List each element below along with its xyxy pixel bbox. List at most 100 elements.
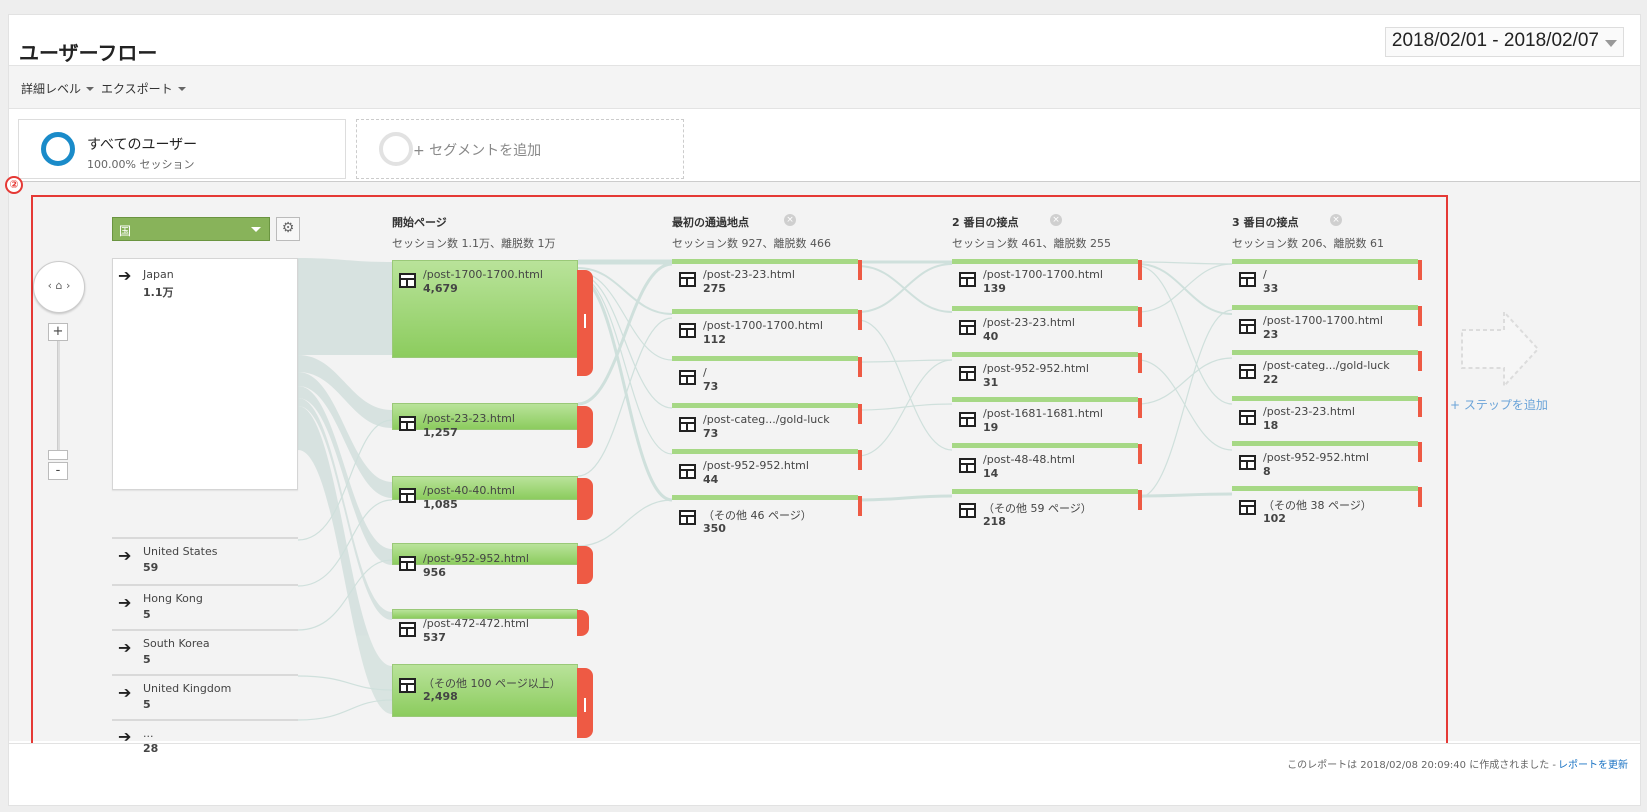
step3-label: /post-1700-1700.html [1263, 314, 1383, 327]
step1-label: /post-23-23.html [703, 268, 795, 281]
step3-label: / [1263, 268, 1267, 281]
start-page-value: 537 [423, 631, 446, 644]
zoom-in-button[interactable]: + [48, 323, 68, 341]
dropoff-bar [1138, 353, 1142, 373]
close-icon[interactable]: × [784, 214, 796, 226]
country-node[interactable] [112, 584, 298, 626]
zoom-out-button[interactable]: - [48, 462, 68, 480]
step2-value: 139 [983, 282, 1006, 295]
date-range-picker[interactable]: 2018/02/01 - 2018/02/07 [1384, 27, 1624, 57]
dropoff-bar [858, 496, 862, 516]
page-icon [959, 320, 976, 335]
country-node[interactable] [112, 674, 298, 716]
country-node[interactable] [112, 537, 298, 579]
start-page-label: /post-952-952.html [423, 552, 529, 565]
add-segment-label: + セグメントを追加 [413, 143, 542, 159]
dimension-select[interactable]: 国 [112, 217, 270, 241]
dropoff-bar [1138, 307, 1142, 327]
step3-node[interactable] [1232, 259, 1418, 299]
country-node[interactable] [112, 719, 298, 753]
date-range-text: 2018/02/01 - 2018/02/07 [1391, 30, 1599, 51]
home-icon[interactable]: ‹ ⌂ › [33, 261, 85, 313]
dropoff-bar [858, 450, 862, 470]
add-step-arrow-icon[interactable] [1460, 310, 1540, 388]
add-step-link[interactable]: + ステップを追加 [1450, 396, 1548, 413]
close-icon[interactable]: × [1330, 214, 1342, 226]
country-node-japan[interactable] [112, 258, 298, 490]
dropoff-bar[interactable] [577, 270, 593, 376]
step2-value: 218 [983, 515, 1006, 528]
country-name: South Korea [143, 637, 210, 650]
zoom-slider-handle[interactable] [48, 450, 68, 460]
dropoff-bar [858, 357, 862, 377]
detail-level-menu[interactable]: 詳細レベル [21, 80, 95, 97]
page-icon [1239, 364, 1256, 379]
step1-label: /post-categ.../gold-luck [703, 413, 830, 426]
dropoff-bar [1138, 398, 1142, 418]
page-icon [399, 273, 416, 288]
entrance-arrow-icon: ➔ [118, 727, 132, 746]
step1-label: （その他 46 ページ） [703, 509, 812, 522]
dropoff-bar[interactable] [577, 610, 589, 636]
page-icon [399, 622, 416, 637]
country-name: United States [143, 545, 218, 558]
arrow-down-icon [584, 698, 586, 712]
column-sub-start: セッション数 1.1万、離脱数 1万 [392, 237, 556, 250]
refresh-report-link[interactable]: レポートを更新 [1558, 756, 1628, 771]
add-segment-button[interactable]: + セグメントを追加 [356, 119, 684, 179]
segment-all-users[interactable]: すべてのユーザー 100.00% セッション [18, 119, 346, 179]
dropoff-bar[interactable] [577, 478, 593, 520]
step1-value: 73 [703, 380, 719, 393]
country-name: ... [143, 727, 154, 740]
dropoff-bar[interactable] [577, 668, 593, 738]
dropoff-bar[interactable] [577, 546, 593, 584]
step2-label: （その他 59 ページ） [983, 502, 1092, 515]
page-icon [399, 488, 416, 503]
step1-label: /post-1700-1700.html [703, 319, 823, 332]
page-icon [959, 412, 976, 427]
start-page-label: （その他 100 ページ以上） [423, 677, 561, 690]
country-value: 1.1万 [143, 286, 174, 299]
dropoff-bar [858, 404, 862, 424]
step1-node[interactable] [672, 356, 858, 396]
report-header: ユーザーフロー 2018/02/01 - 2018/02/07 [9, 15, 1640, 65]
column-sub-step2: セッション数 461、離脱数 255 [952, 237, 1111, 250]
start-page-label: /post-23-23.html [423, 412, 515, 425]
page-icon [959, 458, 976, 473]
step3-label: /post-23-23.html [1263, 405, 1355, 418]
export-label: エクスポート [101, 82, 173, 96]
column-sub-step3: セッション数 206、離脱数 61 [1232, 237, 1384, 250]
step3-value: 33 [1263, 282, 1279, 295]
page-icon [1239, 319, 1256, 334]
step3-value: 23 [1263, 328, 1279, 341]
column-title-step1: 最初の通過地点 [672, 216, 749, 229]
page-icon [959, 366, 976, 381]
page-icon [679, 510, 696, 525]
page-icon [1239, 455, 1256, 470]
page-icon [959, 503, 976, 518]
export-menu[interactable]: エクスポート [101, 80, 186, 97]
gear-icon[interactable]: ⚙ [276, 217, 300, 241]
toolbar: 詳細レベル エクスポート [9, 65, 1640, 109]
page-icon [679, 272, 696, 287]
entrance-arrow-icon: ➔ [118, 638, 132, 657]
start-page-value: 4,679 [423, 282, 458, 295]
annotation-marker: ② [5, 176, 23, 194]
step1-value: 275 [703, 282, 726, 295]
entrance-arrow-icon: ➔ [118, 683, 132, 702]
column-sub-step1: セッション数 927、離脱数 466 [672, 237, 831, 250]
page-icon [679, 464, 696, 479]
step2-label: /post-952-952.html [983, 362, 1089, 375]
page-icon [1239, 500, 1256, 515]
entrance-arrow-icon: ➔ [118, 266, 132, 285]
dimension-value: 国 [119, 224, 132, 238]
country-node[interactable] [112, 629, 298, 671]
dropoff-bar[interactable] [577, 406, 593, 448]
step3-value: 102 [1263, 512, 1286, 525]
country-value: 59 [143, 561, 159, 574]
segment-ring-icon [41, 132, 75, 166]
entrance-arrow-icon: ➔ [118, 546, 132, 565]
step1-value: 44 [703, 473, 719, 486]
zoom-track[interactable] [57, 330, 60, 460]
close-icon[interactable]: × [1050, 214, 1062, 226]
